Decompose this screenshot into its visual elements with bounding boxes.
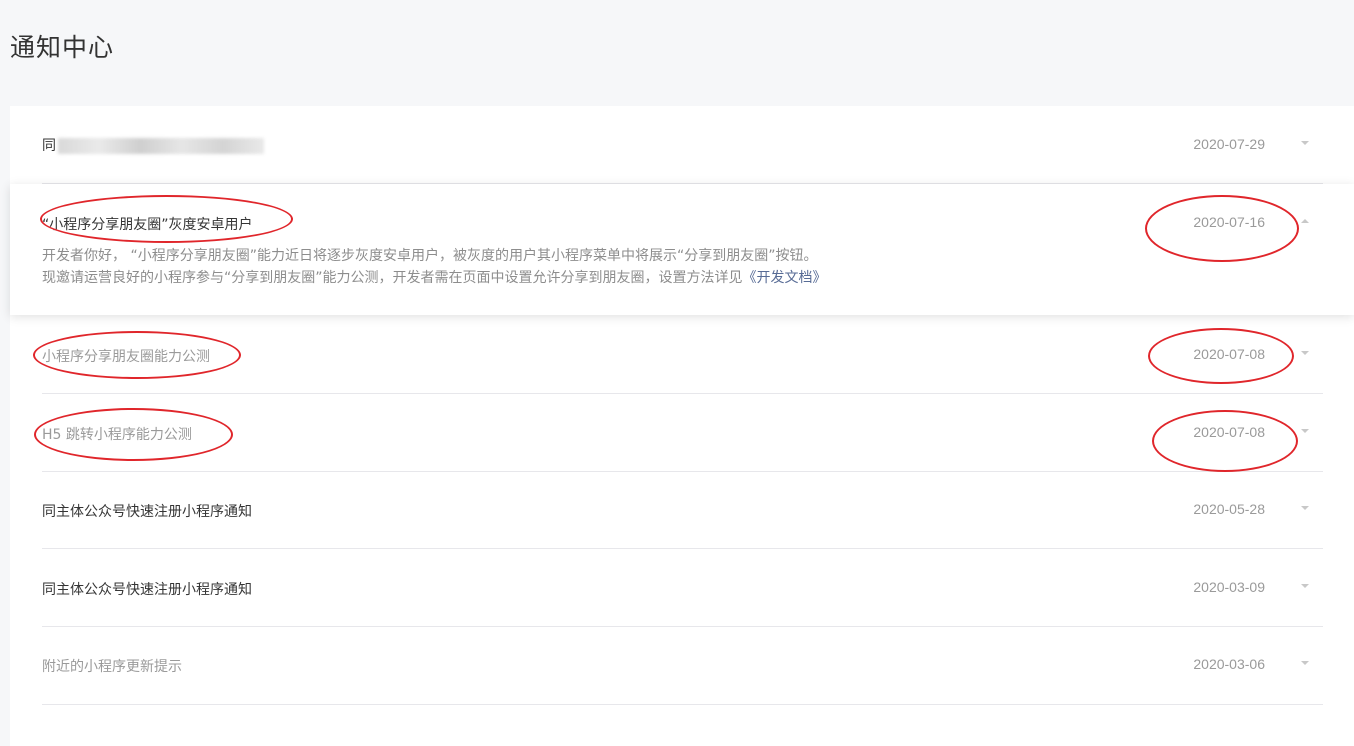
chevron-down-icon[interactable] xyxy=(1301,141,1309,145)
chevron-down-icon[interactable] xyxy=(1301,661,1309,665)
notice-body: 开发者你好， “小程序分享朋友圈”能力近日将逐步灰度安卓用户，被灰度的用户其小程… xyxy=(42,245,827,289)
notice-title: 附近的小程序更新提示 xyxy=(42,659,182,675)
notice-date: 2020-03-09 xyxy=(1193,579,1265,595)
notice-item[interactable]: H5 跳转小程序能力公测 2020-07-08 xyxy=(42,394,1323,472)
notice-title: “小程序分享朋友圈”灰度安卓用户 xyxy=(42,217,253,233)
chevron-down-icon[interactable] xyxy=(1301,351,1309,355)
notice-title: 同主体公众号快速注册小程序通知 xyxy=(42,582,252,598)
page-title: 通知中心 xyxy=(10,33,115,62)
chevron-down-icon[interactable] xyxy=(1301,506,1309,510)
notice-item[interactable]: 同 2020-07-29 xyxy=(42,106,1323,184)
notice-title: 同主体公众号快速注册小程序通知 xyxy=(42,504,252,520)
blurred-text xyxy=(58,138,264,154)
notice-item[interactable]: 同主体公众号快速注册小程序通知 2020-05-28 xyxy=(42,472,1323,549)
dev-doc-link[interactable]: 《开发文档》 xyxy=(743,270,827,286)
chevron-down-icon[interactable] xyxy=(1301,429,1309,433)
notice-title: 小程序分享朋友圈能力公测 xyxy=(42,349,210,365)
notice-body-line: 现邀请运营良好的小程序参与“分享到朋友圈”能力公测，开发者需在页面中设置允许分享… xyxy=(42,270,827,286)
notice-body-line: 开发者你好， “小程序分享朋友圈”能力近日将逐步灰度安卓用户，被灰度的用户其小程… xyxy=(42,248,818,264)
notice-item-expanded[interactable]: “小程序分享朋友圈”灰度安卓用户 2020-07-16 开发者你好， “小程序分… xyxy=(10,184,1354,315)
notice-title: 同 xyxy=(42,138,56,154)
notice-title: H5 跳转小程序能力公测 xyxy=(42,427,192,443)
notice-item[interactable]: 附近的小程序更新提示 2020-03-06 xyxy=(42,627,1323,705)
notice-panel: 同 2020-07-29 “小程序分享朋友圈”灰度安卓用户 2020-07-16… xyxy=(10,106,1354,746)
notice-date: 2020-07-08 xyxy=(1193,424,1265,440)
notice-item[interactable]: 小程序分享朋友圈能力公测 2020-07-08 xyxy=(42,315,1323,394)
chevron-down-icon[interactable] xyxy=(1301,584,1309,588)
notice-date: 2020-05-28 xyxy=(1193,501,1265,517)
notice-date: 2020-07-08 xyxy=(1193,346,1265,362)
notice-date: 2020-07-16 xyxy=(1193,214,1265,230)
notice-item[interactable]: 同主体公众号快速注册小程序通知 2020-03-09 xyxy=(42,549,1323,627)
notice-date: 2020-07-29 xyxy=(1193,136,1265,152)
chevron-up-icon[interactable] xyxy=(1301,219,1309,223)
notice-date: 2020-03-06 xyxy=(1193,656,1265,672)
